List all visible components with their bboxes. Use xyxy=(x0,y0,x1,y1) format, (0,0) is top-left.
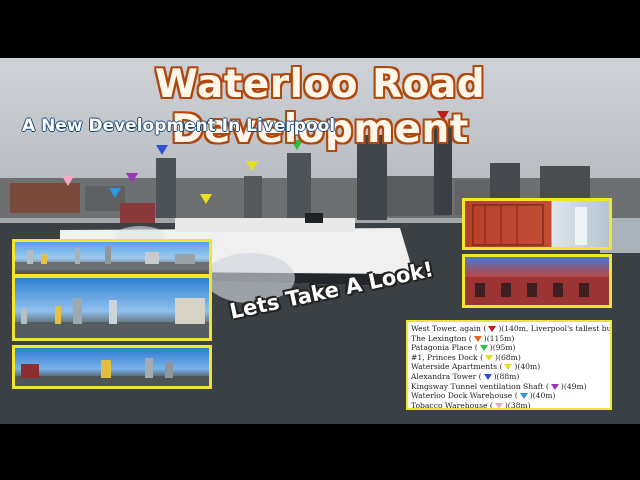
legend-marker-icon xyxy=(479,345,488,352)
legend-marker-icon xyxy=(473,335,482,342)
legend-label: The Lexington ( xyxy=(411,333,472,343)
legend-label: #1, Princes Dock ( xyxy=(411,352,484,362)
legend-row: Tobacco Warehouse ( )(38m) xyxy=(411,400,607,410)
building-height-legend: West Tower, again ( )(140m, Liverpool's t… xyxy=(406,320,612,410)
kingsway-marker-icon xyxy=(126,173,138,183)
legend-height: )(140m, Liverpool's tallest building) xyxy=(498,324,612,333)
legend-row: The Lexington ( )(115m) xyxy=(411,334,607,344)
video-thumbnail: Waterloo Road Development A New Developm… xyxy=(0,0,640,480)
legend-label: Waterloo Dock Warehouse ( xyxy=(411,391,518,401)
patagonia-place xyxy=(287,153,311,218)
legend-height: )(49m) xyxy=(560,381,587,391)
legend-height: )(38m) xyxy=(504,400,531,410)
legend-row: Kingsway Tunnel ventilation Shaft ( )(49m… xyxy=(411,382,607,392)
building-inset-bottom xyxy=(462,254,612,308)
legend-label: Waterside Apartments ( xyxy=(411,362,503,372)
legend-height: )(95m) xyxy=(489,343,516,353)
legend-row: Waterloo Dock Warehouse ( )(40m) xyxy=(411,391,607,401)
waterside-marker-icon xyxy=(200,194,212,204)
legend-row: Waterside Apartments ( )(40m) xyxy=(411,362,607,372)
legend-height: )(40m) xyxy=(514,362,541,372)
skyline-inset-2 xyxy=(12,275,212,341)
legend-height: )(40m) xyxy=(529,391,556,401)
legend-row: Patagonia Place ( )(95m) xyxy=(411,343,607,353)
video-title: Waterloo Road Development xyxy=(154,62,486,152)
legend-label: Alexandra Tower ( xyxy=(411,371,482,381)
legend-row: #1, Princes Dock ( )(68m) xyxy=(411,353,607,363)
building-inset-top xyxy=(462,198,612,250)
skyline-inset-3 xyxy=(12,345,212,389)
legend-height: )(115m) xyxy=(483,333,515,343)
legend-marker-icon xyxy=(494,402,503,408)
video-subtitle: A New Development In Liverpool xyxy=(22,116,336,136)
legend-marker-icon xyxy=(504,364,513,371)
legend-marker-icon xyxy=(488,326,497,332)
legend-marker-icon xyxy=(483,373,492,380)
legend-marker-icon xyxy=(519,393,528,400)
legend-marker-icon xyxy=(485,354,494,361)
legend-label: Kingsway Tunnel ventilation Shaft ( xyxy=(411,381,549,391)
legend-marker-icon xyxy=(550,383,559,390)
legend-row: West Tower, again ( )(140m, Liverpool's t… xyxy=(411,324,610,334)
legend-label: Tobacco Warehouse ( xyxy=(411,400,493,410)
legend-label: Patagonia Place ( xyxy=(411,343,478,353)
legend-row: Alexandra Tower ( )(88m) xyxy=(411,372,607,382)
waterloo-dock-marker-icon xyxy=(109,188,121,198)
legend-height: )(68m) xyxy=(495,352,521,362)
skyline-inset-1 xyxy=(12,239,212,277)
tobacco-marker-icon xyxy=(62,176,74,186)
legend-label: West Tower, again ( xyxy=(411,324,487,333)
princes-dock-marker-icon xyxy=(246,161,258,171)
legend-height: )(88m) xyxy=(493,371,520,381)
alexandra-tower xyxy=(156,158,176,218)
